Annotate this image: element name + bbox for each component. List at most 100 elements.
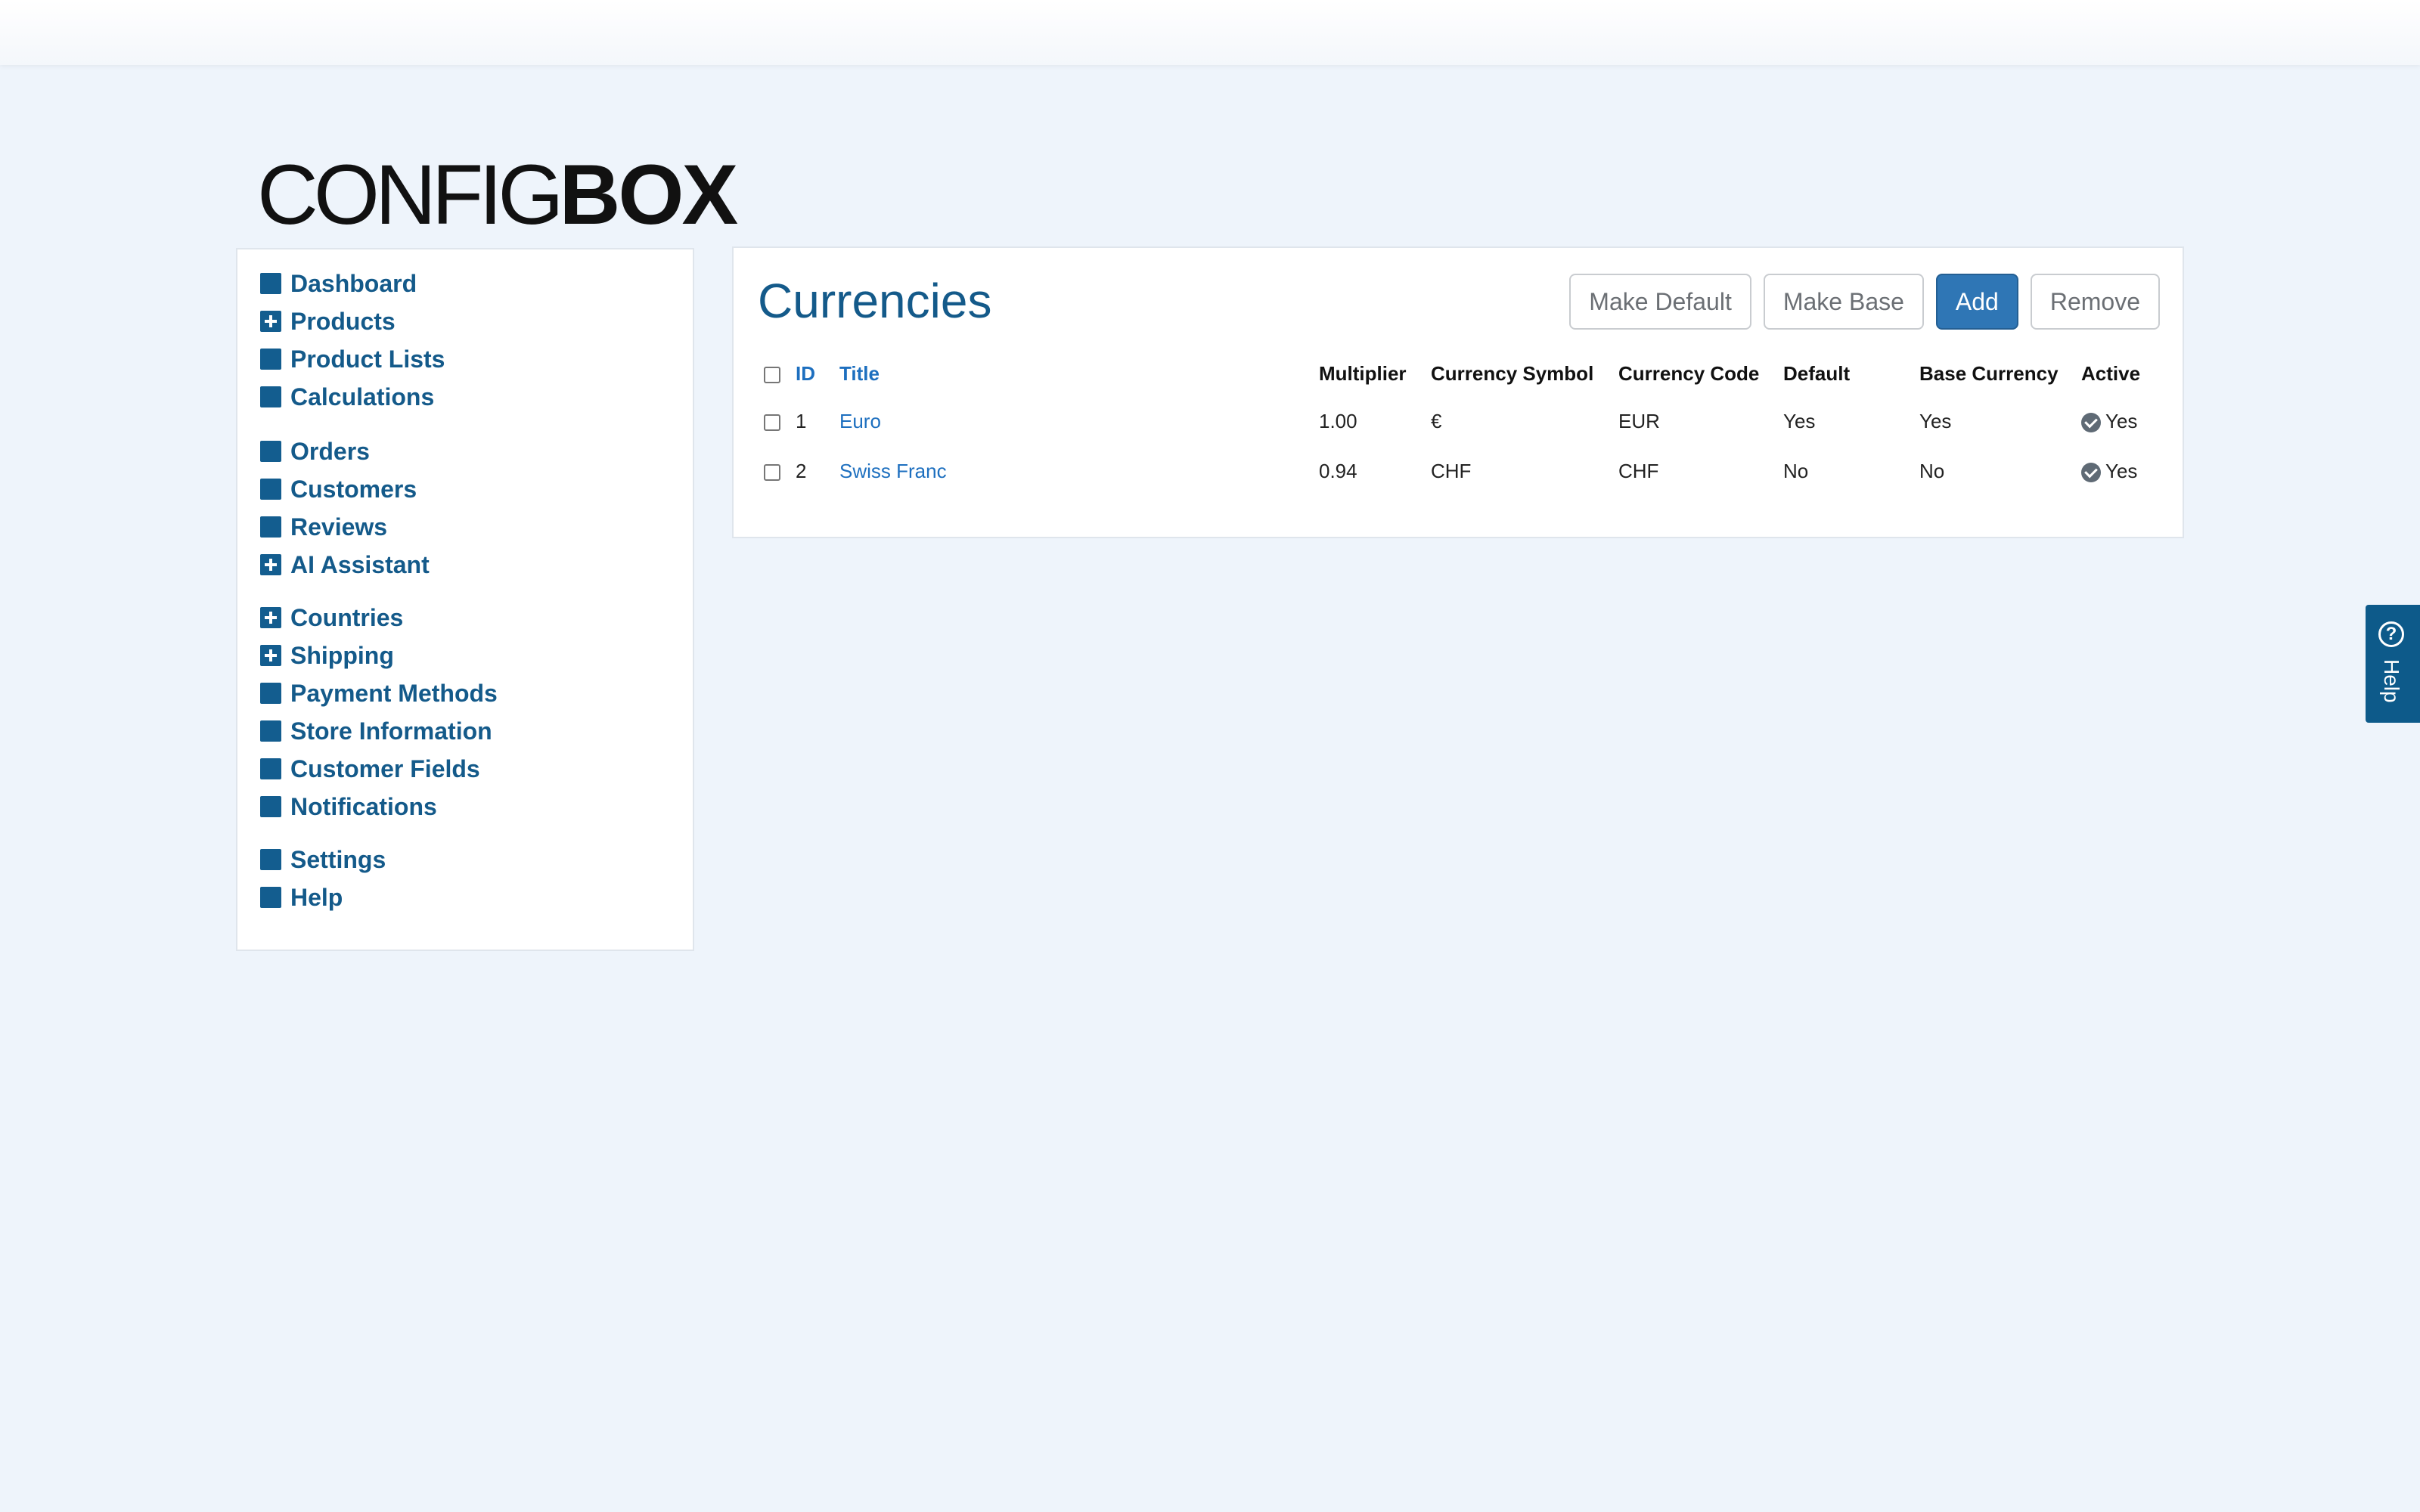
page-title: Currencies xyxy=(758,274,992,328)
plus-square-icon[interactable] xyxy=(260,645,281,666)
sidebar-item-products[interactable]: Products xyxy=(260,302,445,340)
select-all-cell xyxy=(764,351,796,396)
active-label: Yes xyxy=(2105,409,2138,432)
currency-title-link[interactable]: Euro xyxy=(839,410,881,432)
sidebar-item-label: Payment Methods xyxy=(290,679,498,707)
make-default-button[interactable]: Make Default xyxy=(1569,274,1751,330)
sidebar-item-label: Help xyxy=(290,883,343,911)
sidebar-item-notifications[interactable]: Notifications xyxy=(260,788,498,826)
logo-text-light: CONFIG xyxy=(257,147,564,242)
plus-square-icon[interactable] xyxy=(260,607,281,628)
sidebar-item-label: Orders xyxy=(290,437,370,465)
cell-active: Yes xyxy=(2081,396,2157,446)
sidebar-item-label: Customers xyxy=(290,475,417,503)
sidebar-item-label: Calculations xyxy=(290,383,435,411)
sidebar-item-customer-fields[interactable]: Customer Fields xyxy=(260,750,498,788)
cell-multiplier: 1.00 xyxy=(1319,409,1357,432)
cell-currency-symbol: € xyxy=(1431,409,1442,432)
sidebar-item-product-lists[interactable]: Product Lists xyxy=(260,340,445,378)
table-row: 2 Swiss Franc 0.94 CHF CHF No No Yes xyxy=(764,446,2157,496)
check-circle-icon xyxy=(2081,462,2101,482)
cell-id: 1 xyxy=(796,409,807,432)
square-icon xyxy=(260,758,281,779)
square-icon xyxy=(260,386,281,407)
nav-group-store: Countries Shipping Payment Methods Store… xyxy=(260,599,498,826)
table-row: 1 Euro 1.00 € EUR Yes Yes Yes xyxy=(764,396,2157,446)
sidebar-item-calculations[interactable]: Calculations xyxy=(260,378,445,416)
nav-group-system: Settings Help xyxy=(260,841,386,916)
square-icon xyxy=(260,349,281,370)
cell-default: No xyxy=(1783,459,1809,482)
nav-group-sales: Orders Customers Reviews AI Assistant xyxy=(260,432,430,584)
sidebar-item-dashboard[interactable]: Dashboard xyxy=(260,265,445,302)
square-icon xyxy=(260,796,281,817)
square-icon xyxy=(260,273,281,294)
sidebar-nav: Dashboard Products Product Lists Calcula… xyxy=(236,248,694,951)
logo-text-bold: BOX xyxy=(559,147,739,242)
sidebar-item-shipping[interactable]: Shipping xyxy=(260,637,498,674)
sidebar-item-reviews[interactable]: Reviews xyxy=(260,508,430,546)
cell-currency-code: CHF xyxy=(1618,459,1659,482)
configbox-logo: CONFIGBOX xyxy=(257,147,739,242)
square-icon xyxy=(260,683,281,704)
sidebar-item-orders[interactable]: Orders xyxy=(260,432,430,470)
remove-button[interactable]: Remove xyxy=(2030,274,2160,330)
sidebar-item-countries[interactable]: Countries xyxy=(260,599,498,637)
cell-default: Yes xyxy=(1783,409,1816,432)
square-icon xyxy=(260,479,281,500)
sidebar-item-ai-assistant[interactable]: AI Assistant xyxy=(260,546,430,584)
currencies-table: ID Title Multiplier Currency Symbol Curr… xyxy=(764,351,2157,496)
cell-id: 2 xyxy=(796,459,807,482)
square-icon xyxy=(260,849,281,870)
column-header-default: Default xyxy=(1783,361,1851,385)
table-header-row: ID Title Multiplier Currency Symbol Curr… xyxy=(764,351,2157,396)
square-icon xyxy=(260,441,281,462)
square-icon xyxy=(260,516,281,538)
sidebar-item-store-information[interactable]: Store Information xyxy=(260,712,498,750)
row-select-cell xyxy=(764,446,796,496)
sidebar-item-label: Products xyxy=(290,307,396,335)
column-header-multiplier: Multiplier xyxy=(1319,361,1407,385)
sidebar-item-help[interactable]: Help xyxy=(260,878,386,916)
plus-square-icon[interactable] xyxy=(260,554,281,575)
row-select-cell xyxy=(764,396,796,446)
sidebar-item-label: Notifications xyxy=(290,792,437,820)
column-header-active: Active xyxy=(2081,361,2141,385)
help-tab[interactable]: ? Help xyxy=(2366,605,2420,723)
column-header-title[interactable]: Title xyxy=(839,351,1319,396)
check-circle-icon xyxy=(2081,412,2101,432)
column-header-base-currency: Base Currency xyxy=(1919,361,2059,385)
sidebar-item-label: Dashboard xyxy=(290,269,417,297)
sidebar-item-label: AI Assistant xyxy=(290,550,430,578)
top-bar xyxy=(0,0,2420,65)
cell-active: Yes xyxy=(2081,446,2157,496)
sidebar-item-label: Countries xyxy=(290,603,404,631)
select-all-checkbox[interactable] xyxy=(764,366,780,383)
square-icon xyxy=(260,720,281,742)
column-header-currency-symbol: Currency Symbol xyxy=(1431,361,1594,385)
cell-title: Swiss Franc xyxy=(839,446,1319,496)
column-header-currency-code: Currency Code xyxy=(1618,361,1760,385)
cell-base-currency: No xyxy=(1919,459,1945,482)
make-base-button[interactable]: Make Base xyxy=(1763,274,1924,330)
cell-title: Euro xyxy=(839,396,1319,446)
column-header-id[interactable]: ID xyxy=(796,351,839,396)
add-button[interactable]: Add xyxy=(1935,274,2018,330)
cell-currency-symbol: CHF xyxy=(1431,459,1472,482)
sidebar-item-label: Store Information xyxy=(290,717,492,745)
currency-title-link[interactable]: Swiss Franc xyxy=(839,460,947,482)
toolbar: Make Default Make Base Add Remove xyxy=(1569,274,2160,330)
sidebar-item-settings[interactable]: Settings xyxy=(260,841,386,878)
sidebar-item-customers[interactable]: Customers xyxy=(260,470,430,508)
square-icon xyxy=(260,887,281,908)
help-tab-label: Help xyxy=(2380,659,2403,703)
sidebar-item-label: Reviews xyxy=(290,513,388,541)
cell-base-currency: Yes xyxy=(1919,409,1952,432)
currencies-panel: Currencies Make Default Make Base Add Re… xyxy=(732,246,2184,538)
row-checkbox[interactable] xyxy=(764,463,780,481)
active-label: Yes xyxy=(2105,459,2138,482)
plus-square-icon[interactable] xyxy=(260,311,281,332)
sidebar-item-label: Customer Fields xyxy=(290,754,480,782)
sidebar-item-payment-methods[interactable]: Payment Methods xyxy=(260,674,498,712)
row-checkbox[interactable] xyxy=(764,414,780,431)
